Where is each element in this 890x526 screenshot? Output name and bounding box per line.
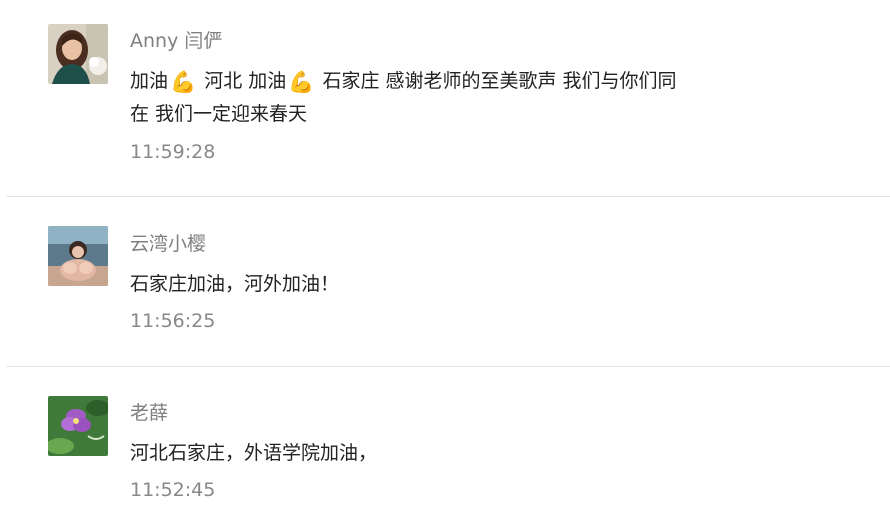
content-text: 河北石家庄，外语学院加油， bbox=[130, 442, 378, 464]
flexed-biceps-icon: 💪 bbox=[288, 70, 315, 94]
content-text: 河北 加油 bbox=[204, 70, 287, 92]
comment-content: 加油💪 河北 加油💪 石家庄 感谢老师的至美歌声 我们与你们同 在 我们一定迎来… bbox=[130, 65, 740, 130]
comment-author[interactable]: 云湾小樱 bbox=[130, 231, 206, 257]
comment-time: 11:56:25 bbox=[130, 310, 216, 332]
content-text: 在 我们一定迎来春天 bbox=[130, 103, 308, 125]
flexed-biceps-icon: 💪 bbox=[170, 70, 197, 94]
comment-list: Anny 闫俨 加油💪 河北 加油💪 石家庄 感谢老师的至美歌声 我们与你们同 … bbox=[0, 0, 890, 526]
avatar-purple-flower-icon[interactable] bbox=[48, 396, 108, 456]
comment-time: 11:59:28 bbox=[130, 141, 216, 163]
comment-author[interactable]: 老薛 bbox=[130, 400, 168, 426]
content-text: 石家庄加油，河外加油！ bbox=[130, 273, 340, 295]
comment-content: 石家庄加油，河外加油！ bbox=[130, 268, 740, 300]
comment-author[interactable]: Anny 闫俨 bbox=[130, 28, 222, 54]
content-text: 加油 bbox=[130, 70, 169, 92]
content-text: 石家庄 感谢老师的至美歌声 我们与你们同 bbox=[322, 70, 677, 92]
divider bbox=[6, 196, 890, 197]
comment-content: 河北石家庄，外语学院加油， bbox=[130, 437, 740, 469]
divider bbox=[6, 366, 890, 367]
comment-time: 11:52:45 bbox=[130, 479, 216, 501]
avatar-girl-sitting-icon[interactable] bbox=[48, 226, 108, 286]
avatar-woman-portrait-icon[interactable] bbox=[48, 24, 108, 84]
